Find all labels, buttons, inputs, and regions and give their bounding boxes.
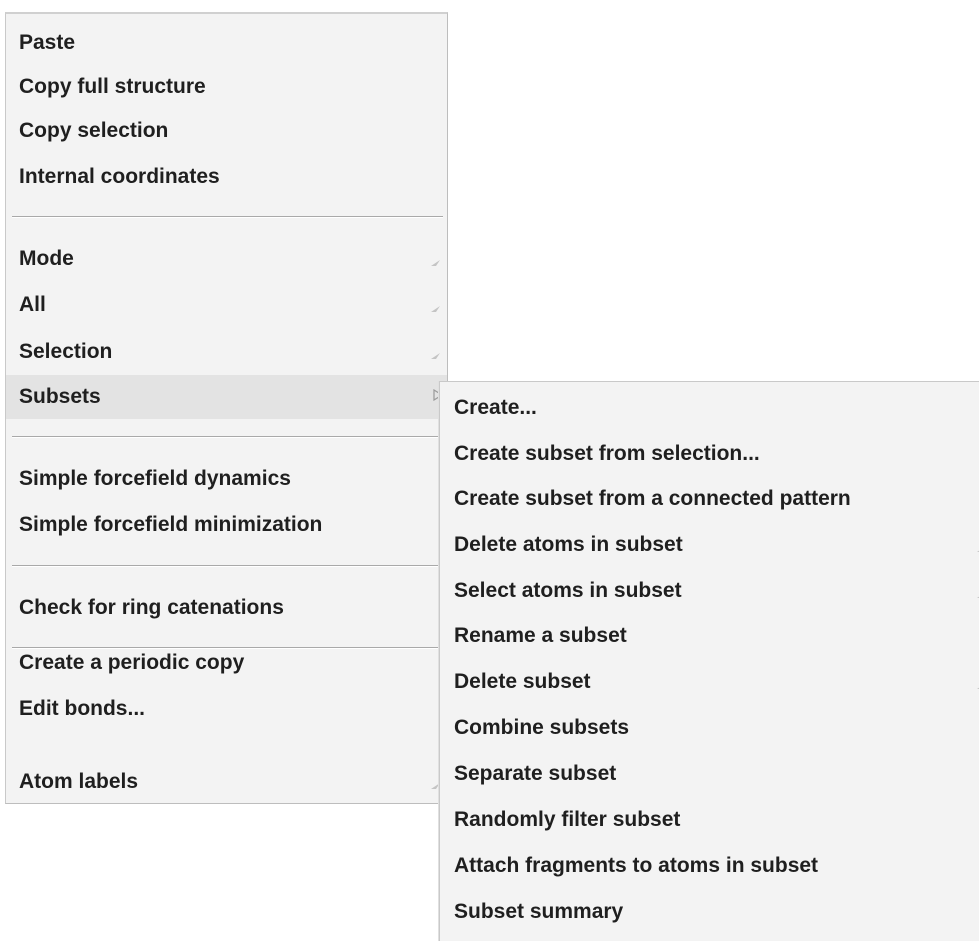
- menu-item-edit-bonds[interactable]: Edit bonds...: [6, 687, 447, 731]
- menu-item-label: Create subset from a connected pattern: [454, 487, 851, 510]
- menu-item-label: Edit bonds...: [19, 697, 145, 720]
- submenu-item-summary[interactable]: Subset summary: [440, 890, 979, 934]
- submenu-item-delete-atoms[interactable]: Delete atoms in subset: [440, 523, 979, 567]
- menu-item-label: Rename a subset: [454, 624, 627, 647]
- menu-item-paste[interactable]: Paste: [6, 21, 447, 65]
- submenu-item-select-atoms[interactable]: Select atoms in subset: [440, 569, 979, 613]
- menu-item-simple-forcefield-minimization[interactable]: Simple forcefield minimization: [6, 503, 447, 547]
- subsets-submenu: Create... Create subset from selection..…: [439, 381, 979, 941]
- submenu-item-random-filter[interactable]: Randomly filter subset: [440, 798, 979, 842]
- menu-item-mode[interactable]: Mode: [6, 237, 447, 281]
- submenu-item-attach-fragments[interactable]: Attach fragments to atoms in subset: [440, 844, 979, 888]
- menu-item-label: Internal coordinates: [19, 165, 220, 188]
- menu-item-label: Create a periodic copy: [19, 651, 245, 674]
- menu-item-create-periodic-copy[interactable]: Create a periodic copy: [6, 641, 447, 685]
- submenu-item-create-from-pattern[interactable]: Create subset from a connected pattern: [440, 477, 979, 521]
- menu-item-label: Attach fragments to atoms in subset: [454, 854, 819, 877]
- menu-item-label: Delete subset: [454, 670, 591, 693]
- submenu-arrow-icon: [431, 306, 440, 312]
- menu-item-label: Paste: [19, 31, 76, 54]
- submenu-arrow-icon: [431, 353, 440, 359]
- menu-item-copy-full-structure[interactable]: Copy full structure: [6, 65, 447, 109]
- menu-item-label: Delete atoms in subset: [454, 533, 683, 556]
- submenu-item-create[interactable]: Create...: [440, 386, 979, 430]
- menu-separator: [12, 565, 443, 567]
- menu-item-subsets[interactable]: Subsets: [6, 375, 447, 419]
- menu-item-label: Select atoms in subset: [454, 579, 682, 602]
- submenu-item-separate[interactable]: Separate subset: [440, 752, 979, 796]
- submenu-arrow-icon: [431, 260, 440, 266]
- submenu-item-combine[interactable]: Combine subsets: [440, 706, 979, 750]
- menu-item-check-ring-catenations[interactable]: Check for ring catenations: [6, 586, 447, 630]
- menu-item-label: Check for ring catenations: [19, 596, 284, 619]
- menu-item-label: Subsets: [19, 385, 101, 408]
- menu-item-label: Simple forcefield minimization: [19, 513, 323, 536]
- menu-item-label: Combine subsets: [454, 716, 630, 739]
- menu-item-label: Copy full structure: [19, 75, 206, 98]
- menu-item-simple-forcefield-dynamics[interactable]: Simple forcefield dynamics: [6, 457, 447, 501]
- menu-separator: [12, 436, 443, 438]
- submenu-item-create-from-selection[interactable]: Create subset from selection...: [440, 432, 979, 476]
- submenu-item-rename[interactable]: Rename a subset: [440, 614, 979, 658]
- menu-item-copy-selection[interactable]: Copy selection: [6, 109, 447, 153]
- menu-item-label: Mode: [19, 247, 74, 270]
- menu-item-internal-coordinates[interactable]: Internal coordinates: [6, 155, 447, 199]
- menu-item-all[interactable]: All: [6, 283, 447, 327]
- menu-item-label: Atom labels: [19, 770, 139, 793]
- menu-item-atom-labels[interactable]: Atom labels: [6, 760, 447, 804]
- context-menu: Paste Copy full structure Copy selection…: [5, 12, 448, 804]
- menu-item-label: Randomly filter subset: [454, 808, 681, 831]
- menu-separator: [12, 216, 443, 218]
- menu-item-label: Simple forcefield dynamics: [19, 467, 291, 490]
- submenu-item-delete-subset[interactable]: Delete subset: [440, 660, 979, 704]
- menu-item-selection[interactable]: Selection: [6, 330, 447, 374]
- menu-item-label: Create...: [454, 396, 537, 419]
- menu-item-label: Copy selection: [19, 119, 169, 142]
- menu-item-label: Subset summary: [454, 900, 624, 923]
- menu-item-label: Selection: [19, 340, 113, 363]
- menu-item-label: Create subset from selection...: [454, 442, 760, 465]
- menu-item-label: Separate subset: [454, 762, 617, 785]
- menu-item-label: All: [19, 293, 46, 316]
